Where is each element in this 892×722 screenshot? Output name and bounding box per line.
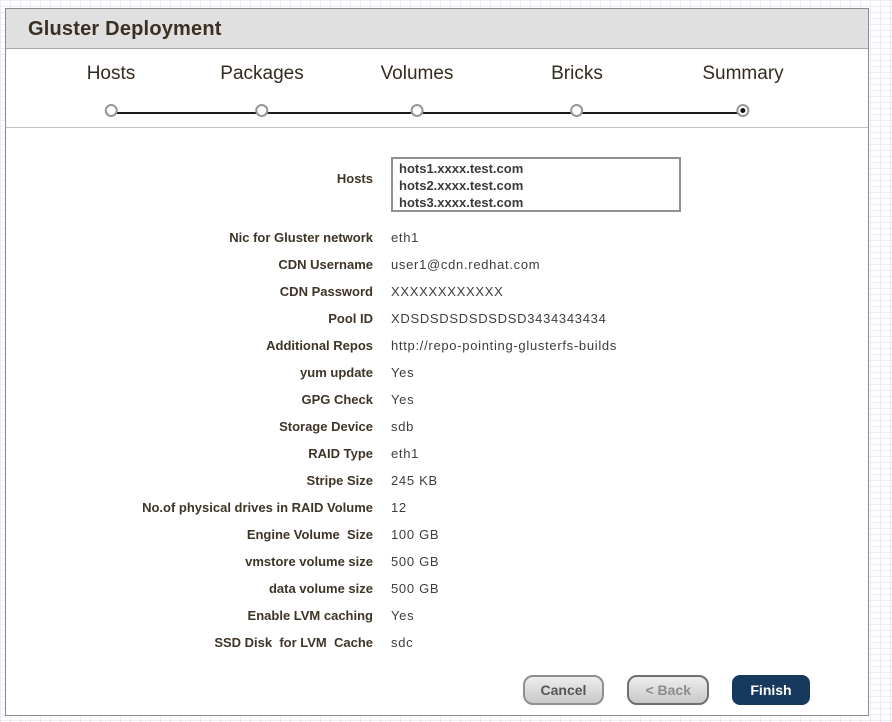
row-value: XXXXXXXXXXXX: [391, 284, 868, 299]
row-label: Enable LVM caching: [6, 608, 373, 623]
step-circle-icon: [104, 104, 117, 117]
row-label: Stripe Size: [6, 473, 373, 488]
summary-row: Engine Volume Size 100 GB: [6, 521, 868, 548]
row-value: user1@cdn.redhat.com: [391, 257, 868, 272]
hosts-row: Hosts hots1.xxxx.test.com hots2.xxxx.tes…: [6, 157, 868, 212]
row-value: sdb: [391, 419, 868, 434]
summary-form: Hosts hots1.xxxx.test.com hots2.xxxx.tes…: [6, 128, 868, 656]
row-value: sdc: [391, 635, 868, 650]
step-label: Summary: [702, 61, 783, 87]
summary-row: Additional Repos http://repo-pointing-gl…: [6, 332, 868, 359]
row-value: eth1: [391, 446, 868, 461]
step-circle-icon: [736, 104, 749, 117]
row-value: 500 GB: [391, 581, 868, 596]
row-value: 245 KB: [391, 473, 868, 488]
row-label: SSD Disk for LVM Cache: [6, 635, 373, 650]
row-value: eth1: [391, 230, 868, 245]
step-label: Bricks: [551, 61, 603, 87]
row-label: Storage Device: [6, 419, 373, 434]
summary-row: Storage Device sdb: [6, 413, 868, 440]
row-label: data volume size: [6, 581, 373, 596]
row-label: vmstore volume size: [6, 554, 373, 569]
summary-row: RAID Type eth1: [6, 440, 868, 467]
gluster-deployment-dialog: Gluster Deployment Hosts Packages Volume…: [5, 8, 869, 716]
summary-row: yum update Yes: [6, 359, 868, 386]
row-label: CDN Password: [6, 284, 373, 299]
dialog-header: Gluster Deployment: [6, 9, 868, 49]
summary-row: Nic for Gluster network eth1: [6, 224, 868, 251]
summary-row: SSD Disk for LVM Cache sdc: [6, 629, 868, 656]
summary-rows: Nic for Gluster network eth1 CDN Usernam…: [6, 224, 868, 656]
row-label: yum update: [6, 365, 373, 380]
step-label: Hosts: [87, 61, 136, 87]
hosts-label: Hosts: [6, 157, 373, 186]
summary-row: GPG Check Yes: [6, 386, 868, 413]
footer-buttons: Cancel < Back Finish: [523, 675, 810, 705]
row-label: Nic for Gluster network: [6, 230, 373, 245]
row-label: CDN Username: [6, 257, 373, 272]
row-value: XDSDSDSDSDSDSD3434343434: [391, 311, 868, 326]
summary-row: CDN Password XXXXXXXXXXXX: [6, 278, 868, 305]
row-value: 100 GB: [391, 527, 868, 542]
step-label: Volumes: [381, 61, 454, 87]
wizard-step[interactable]: Volumes: [381, 61, 454, 117]
summary-row: data volume size 500 GB: [6, 575, 868, 602]
row-value: Yes: [391, 392, 868, 407]
row-value: Yes: [391, 365, 868, 380]
row-value: http://repo-pointing-glusterfs-builds: [391, 338, 868, 353]
back-button[interactable]: < Back: [627, 675, 709, 705]
wizard-stepper: Hosts Packages Volumes Bricks Summary: [6, 49, 868, 128]
dialog-title: Gluster Deployment: [28, 18, 222, 40]
row-value: 12: [391, 500, 868, 515]
row-label: Engine Volume Size: [6, 527, 373, 542]
finish-button[interactable]: Finish: [732, 675, 810, 705]
summary-row: vmstore volume size 500 GB: [6, 548, 868, 575]
step-circle-icon: [255, 104, 268, 117]
row-value: Yes: [391, 608, 868, 623]
wizard-step[interactable]: Packages: [220, 61, 303, 117]
row-label: Pool ID: [6, 311, 373, 326]
row-value: 500 GB: [391, 554, 868, 569]
hosts-value[interactable]: hots1.xxxx.test.com hots2.xxxx.test.com …: [391, 157, 681, 212]
row-label: RAID Type: [6, 446, 373, 461]
row-label: Additional Repos: [6, 338, 373, 353]
summary-row: Enable LVM caching Yes: [6, 602, 868, 629]
row-label: GPG Check: [6, 392, 373, 407]
wizard-step[interactable]: Bricks: [551, 61, 603, 117]
row-label: No.of physical drives in RAID Volume: [6, 500, 373, 515]
summary-row: Stripe Size 245 KB: [6, 467, 868, 494]
cancel-button[interactable]: Cancel: [523, 675, 605, 705]
step-label: Packages: [220, 61, 303, 87]
summary-row: No.of physical drives in RAID Volume 12: [6, 494, 868, 521]
wizard-step[interactable]: Summary: [702, 61, 783, 117]
step-active-dot-icon: [740, 108, 745, 113]
wizard-step[interactable]: Hosts: [87, 61, 136, 117]
summary-row: Pool ID XDSDSDSDSDSDSD3434343434: [6, 305, 868, 332]
step-circle-icon: [411, 104, 424, 117]
summary-row: CDN Username user1@cdn.redhat.com: [6, 251, 868, 278]
step-circle-icon: [570, 104, 583, 117]
